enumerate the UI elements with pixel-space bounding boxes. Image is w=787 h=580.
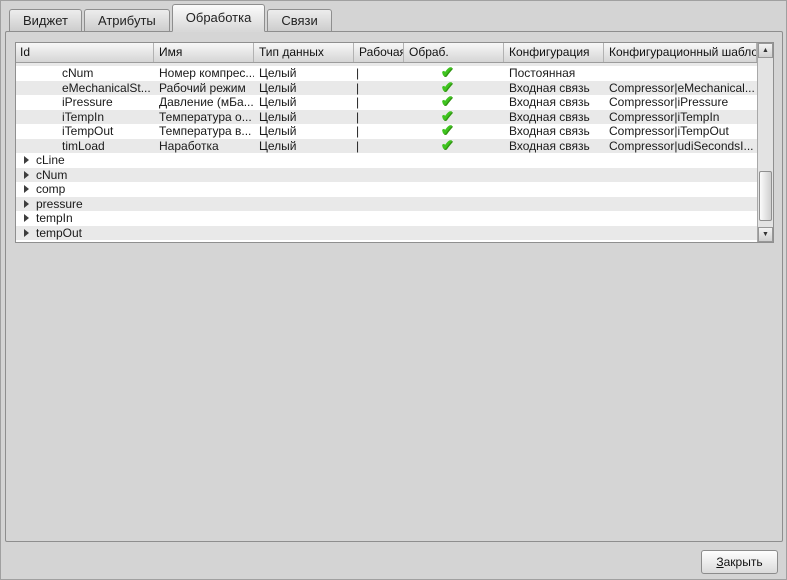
tree-row-label: tempIn [36,211,73,226]
cell-work: | [354,81,404,96]
processed-check-icon: ✔ [441,97,454,107]
table-body: cNumНомер компрес...Целый|✔ПостояннаяeMe… [16,63,757,242]
cell-id: cNum [16,66,154,81]
column-header-4[interactable]: Обраб. [404,43,504,62]
cell-config: Входная связь [504,81,604,96]
cell-work: | [354,110,404,125]
cell-name: Номер компрес... [154,66,254,81]
attr-row-iPressure[interactable]: iPressureДавление (мБа...Целый| ✔ Входная … [16,95,757,110]
cell-name: Температура в... [154,124,254,139]
tree-row-tempIn[interactable]: tempIn [16,211,757,226]
expand-arrow-icon[interactable] [24,214,29,222]
cell-config: Входная связь [504,95,604,110]
cell-work: | [354,95,404,110]
processed-check-icon: ✔ [441,83,454,93]
tree-row-timLoad[interactable]: timLoad [16,240,757,242]
processed-check-icon: ✔ [441,112,454,122]
cell-work: | [354,66,404,81]
scrollbar-thumb[interactable] [759,171,772,221]
cell-config: Входная связь [504,110,604,125]
attr-row-iTempIn[interactable]: iTempInТемпература о...Целый| ✔ Входная св… [16,110,757,125]
cell-template: Compressor|udiSecondsI... [604,139,757,154]
cell-template: Compressor|eMechanical... [604,81,757,96]
tree-row-label: timLoad [36,240,79,242]
cell-processed: ✔ [404,139,504,154]
processed-check-icon: ✔ [441,126,454,136]
table-header: IdИмяТип данныхРабочаяОбраб.Конфигурация… [16,43,757,63]
cell-config: Входная связь [504,139,604,154]
cell-type: Целый [254,139,354,154]
cell-template: Compressor|iTempOut [604,124,757,139]
cell-type: Целый [254,66,354,81]
cell-template: Compressor|iTempIn [604,110,757,125]
scroll-up-button[interactable]: ▲ [758,43,773,58]
cell-id: eMechanicalSt... [16,81,154,96]
tab-1[interactable]: Атрибуты [84,9,170,32]
cell-work: | [354,139,404,154]
cell-id: iPressure [16,95,154,110]
tree-row-pressure[interactable]: pressure [16,197,757,212]
cell-type: Целый [254,124,354,139]
cell-template [604,66,757,81]
close-button-label: Закрыть [716,555,762,569]
vertical-scrollbar[interactable]: ▲ ▼ [757,43,773,242]
tree-row-tempOut[interactable]: tempOut [16,226,757,241]
arrow-down-icon: ▼ [762,231,769,238]
expand-arrow-icon[interactable] [24,185,29,193]
cell-name: Наработка [154,139,254,154]
column-header-0[interactable]: Id [16,43,154,62]
scroll-down-button[interactable]: ▼ [758,227,773,242]
column-header-6[interactable]: Конфигурационный шаблон [604,43,757,62]
column-header-1[interactable]: Имя [154,43,254,62]
tree-row-label: comp [36,182,65,197]
processing-dialog: ВиджетАтрибутыОбработкаСвязи IdИмяТип да… [0,0,787,580]
cell-name: Температура о... [154,110,254,125]
cell-template: Compressor|iPressure [604,95,757,110]
cell-processed: ✔ [404,66,504,81]
cell-type: Целый [254,95,354,110]
cell-config: Постоянная [504,66,604,81]
cell-id: iTempOut [16,124,154,139]
tree-row-label: pressure [36,197,83,212]
attr-row-eMechanicalSt[interactable]: eMechanicalSt...Рабочий режимЦелый| ✔ Вход… [16,81,757,96]
expand-arrow-icon[interactable] [24,200,29,208]
tree-row-label: cLine [36,153,65,168]
arrow-up-icon: ▲ [762,47,769,54]
cell-work: | [354,124,404,139]
processed-check-icon: ✔ [441,141,454,151]
attr-row-iTempOut[interactable]: iTempOutТемпература в...Целый| ✔ Входная с… [16,124,757,139]
attr-row-cNum[interactable]: cNumНомер компрес...Целый| ✔ Постоянная [16,66,757,81]
cell-type: Целый [254,81,354,96]
attr-row-timLoad[interactable]: timLoadНаработкаЦелый| ✔ Входная связьComp… [16,139,757,154]
expand-arrow-icon[interactable] [24,171,29,179]
cell-processed: ✔ [404,81,504,96]
cell-processed: ✔ [404,124,504,139]
close-button[interactable]: Закрыть [701,550,778,574]
attributes-table: IdИмяТип данныхРабочаяОбраб.Конфигурация… [15,42,774,243]
cell-processed: ✔ [404,110,504,125]
expand-arrow-icon[interactable] [24,156,29,164]
tab-2[interactable]: Обработка [172,4,266,32]
tree-row-comp[interactable]: comp [16,182,757,197]
tree-row-label: cNum [36,168,67,183]
cell-id: iTempIn [16,110,154,125]
column-header-3[interactable]: Рабочая [354,43,404,62]
cell-name: Рабочий режим [154,81,254,96]
tree-row-cNum[interactable]: cNum [16,168,757,183]
tab-bar: ВиджетАтрибутыОбработкаСвязи [9,5,334,32]
column-header-5[interactable]: Конфигурация [504,43,604,62]
tree-row-cLine[interactable]: cLine [16,153,757,168]
cell-id: timLoad [16,139,154,154]
tab-0[interactable]: Виджет [9,9,82,32]
cell-config: Входная связь [504,124,604,139]
cell-name: Давление (мБа... [154,95,254,110]
tree-row-label: tempOut [36,226,82,241]
column-header-2[interactable]: Тип данных [254,43,354,62]
expand-arrow-icon[interactable] [24,229,29,237]
cell-type: Целый [254,110,354,125]
cell-processed: ✔ [404,95,504,110]
tab-3[interactable]: Связи [267,9,331,32]
processed-check-icon: ✔ [441,68,454,78]
